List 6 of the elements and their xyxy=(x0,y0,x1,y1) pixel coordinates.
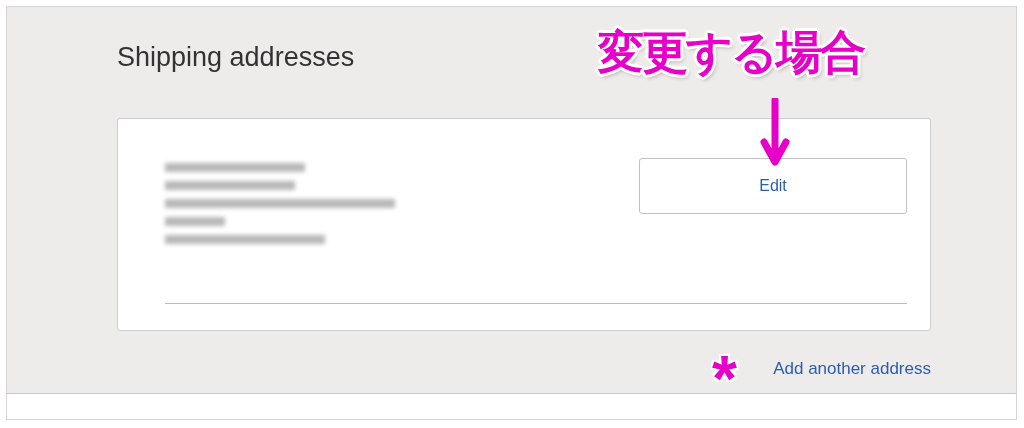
add-address-link[interactable]: Add another address xyxy=(773,359,931,379)
page-title: Shipping addresses xyxy=(117,41,355,73)
edit-button[interactable]: Edit xyxy=(639,158,907,214)
annotation-label: 変更する場合 xyxy=(598,24,864,81)
arrow-icon xyxy=(760,98,790,166)
annotation-marker: * xyxy=(712,352,737,392)
